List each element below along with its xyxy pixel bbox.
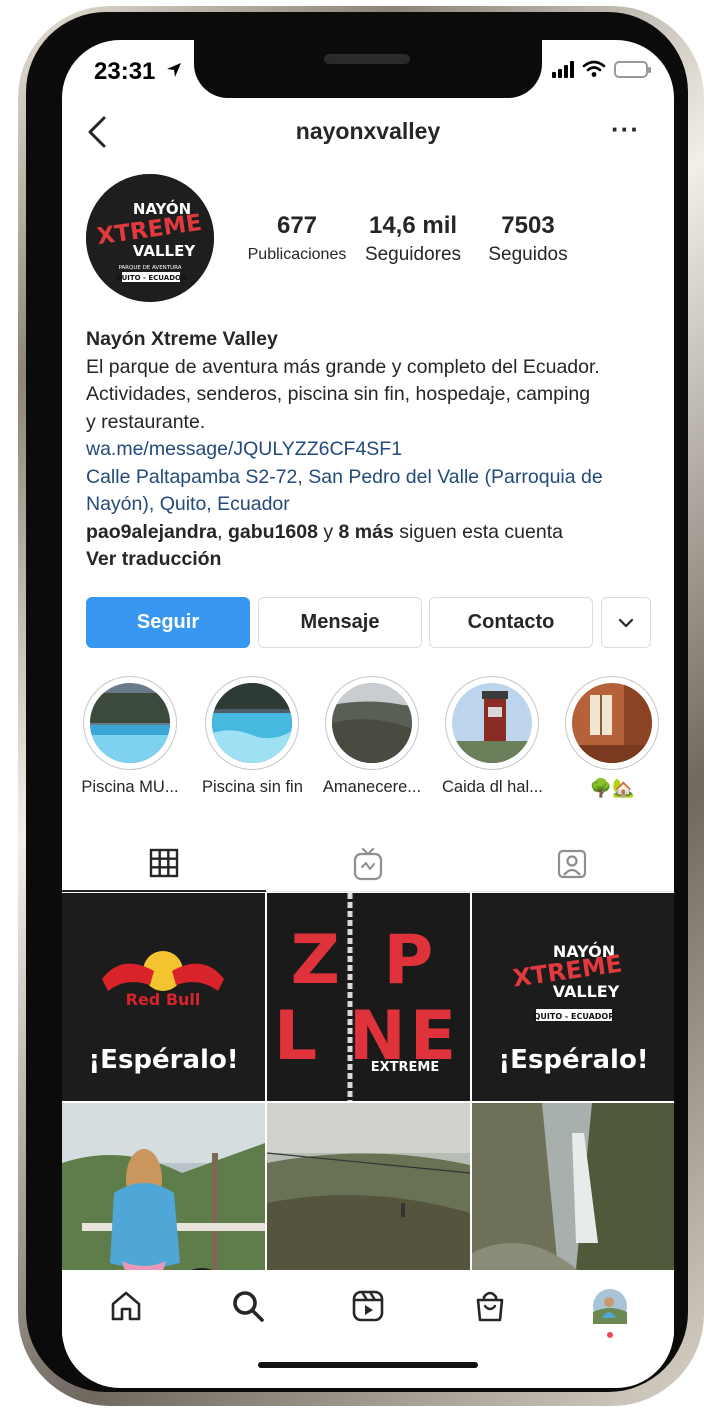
profile-avatar-icon <box>593 1289 627 1324</box>
more-options-icon[interactable]: ··· <box>611 114 640 145</box>
separator: , <box>217 520 228 543</box>
tab-posts-grid[interactable] <box>62 836 266 892</box>
message-button[interactable]: Mensaje <box>258 597 422 648</box>
tab-igtv[interactable] <box>266 836 470 892</box>
highlight-label: Caida dl hal... <box>442 778 543 796</box>
bio-line: El parque de aventura más grande y compl… <box>86 355 600 378</box>
logo-sub: PARQUE DE AVENTURA <box>118 265 181 271</box>
post-caption: ¡Espéralo! <box>88 1045 239 1075</box>
follower-suffix: siguen esta cuenta <box>393 520 563 543</box>
post-caption: ¡Espéralo! <box>498 1045 649 1075</box>
address-line[interactable]: Calle Paltapamba S2-72, San Pedro del Va… <box>86 464 656 492</box>
notch <box>194 40 542 98</box>
battery-icon <box>614 60 651 78</box>
post-thumbnail[interactable]: Red Bull ¡Espéralo! <box>62 893 265 1101</box>
highlight-thumbnail <box>452 683 532 763</box>
suggestions-dropdown-button[interactable] <box>601 597 651 648</box>
followers-count[interactable]: 14,6 mil Seguidores <box>358 212 468 266</box>
signal-icon <box>552 60 574 78</box>
posts-value: 677 <box>276 212 318 239</box>
story-highlight[interactable]: Piscina MU... <box>80 676 180 797</box>
speaker <box>324 54 410 64</box>
highlight-label: Piscina MU... <box>81 778 179 796</box>
story-highlight[interactable]: Amanecere... <box>322 676 422 797</box>
profile-header: nayonxvalley ··· <box>62 110 674 156</box>
followed-by[interactable]: pao9alejandra, gabu1608 y 8 más siguen e… <box>86 519 656 547</box>
profile-tabs <box>62 836 674 892</box>
highlight-label: Amanecere... <box>322 778 422 796</box>
story-highlight[interactable]: 🌳🏡 <box>562 676 662 799</box>
highlight-thumbnail <box>332 683 412 763</box>
follow-button[interactable]: Seguir <box>86 597 250 648</box>
redbull-text: Red Bull <box>126 990 201 1009</box>
profile-avatar[interactable]: NAYÓN XTREME VALLEY PARQUE DE AVENTURA Q… <box>86 174 214 302</box>
followers-label: Seguidores <box>364 244 462 265</box>
profile-name: Nayón Xtreme Valley <box>86 328 278 350</box>
status-icons <box>552 60 651 78</box>
following-label: Seguidos <box>488 244 568 265</box>
bio-link[interactable]: wa.me/message/JQULYZZ6CF4SF1 <box>86 436 656 464</box>
post-thumbnail[interactable]: NAYÓN XTREME VALLEY QUITO - ECUADOR ¡Esp… <box>472 893 674 1101</box>
reels-icon <box>352 1290 384 1322</box>
nav-search[interactable] <box>228 1286 268 1326</box>
igtv-icon <box>353 848 383 881</box>
tagged-user-icon <box>557 849 587 879</box>
tab-tagged[interactable] <box>470 836 674 892</box>
story-highlight[interactable]: Piscina sin fin <box>202 676 303 797</box>
story-highlight[interactable]: Caida dl hal... <box>442 676 543 797</box>
nav-shop[interactable] <box>470 1286 510 1326</box>
logo-line3: VALLEY <box>553 982 620 1001</box>
logo-line3: VALLEY <box>133 242 197 260</box>
profile-bio: Nayón Xtreme Valley El parque de aventur… <box>86 326 656 574</box>
bio-line: y restaurante. <box>86 410 206 433</box>
logo-city: QUITO - ECUADOR <box>534 1012 615 1021</box>
grid-icon <box>149 848 179 878</box>
highlight-thumbnail <box>572 683 652 763</box>
following-count[interactable]: 7503 Seguidos <box>478 212 578 266</box>
see-translation-link[interactable]: Ver traducción <box>86 546 656 574</box>
profile-stats: 677 Publicaciones 14,6 mil Seguidores 75… <box>242 212 582 272</box>
zipline-sub-text: EXTREME <box>371 1060 439 1075</box>
nav-home[interactable] <box>106 1286 146 1326</box>
location-arrow-icon <box>167 63 181 77</box>
home-icon <box>111 1291 141 1321</box>
posts-label: Publicaciones <box>247 246 347 263</box>
post-thumbnail[interactable]: Z P L NE EXTREME <box>267 893 470 1101</box>
notification-dot <box>607 1332 613 1338</box>
follower-more: 8 más <box>338 520 394 543</box>
address-line[interactable]: Nayón), Quito, Ecuador <box>86 491 656 519</box>
chevron-down-icon <box>618 618 634 628</box>
bio-line: Actividades, senderos, piscina sin fin, … <box>86 383 591 405</box>
separator: y <box>317 520 339 543</box>
follower-user: gabu1608 <box>227 520 318 543</box>
highlight-label: Piscina sin fin <box>202 778 303 796</box>
contact-button[interactable]: Contacto <box>429 597 593 648</box>
wifi-icon <box>582 60 606 77</box>
brand-logo: NAYÓN XTREME VALLEY PARQUE DE AVENTURA Q… <box>86 174 214 302</box>
search-icon <box>233 1291 264 1322</box>
logo-city: QUITO - ECUADOR <box>116 274 187 282</box>
nav-profile[interactable] <box>590 1286 630 1326</box>
posts-count[interactable]: 677 Publicaciones <box>242 212 352 264</box>
nav-reels[interactable] <box>348 1286 388 1326</box>
follower-user: pao9alejandra <box>86 520 218 543</box>
zipline-graphic: Z P L NE EXTREME <box>274 893 456 1101</box>
header-username: nayonxvalley <box>295 118 441 144</box>
highlight-thumbnail <box>212 683 292 763</box>
zipline-top-text: Z P <box>291 921 444 1000</box>
home-indicator[interactable] <box>258 1362 478 1368</box>
followers-value: 14,6 mil <box>368 212 458 239</box>
shopping-bag-icon <box>476 1291 504 1322</box>
status-time: 23:31 <box>94 58 156 85</box>
following-value: 7503 <box>501 212 555 239</box>
phone-screen: 23:31 nayonxvalley ··· NAYÓN XTREME VALL… <box>62 40 674 1388</box>
highlight-thumbnail <box>90 683 170 763</box>
highlight-label: 🌳🏡 <box>589 778 635 798</box>
bottom-navigation <box>62 1270 674 1340</box>
